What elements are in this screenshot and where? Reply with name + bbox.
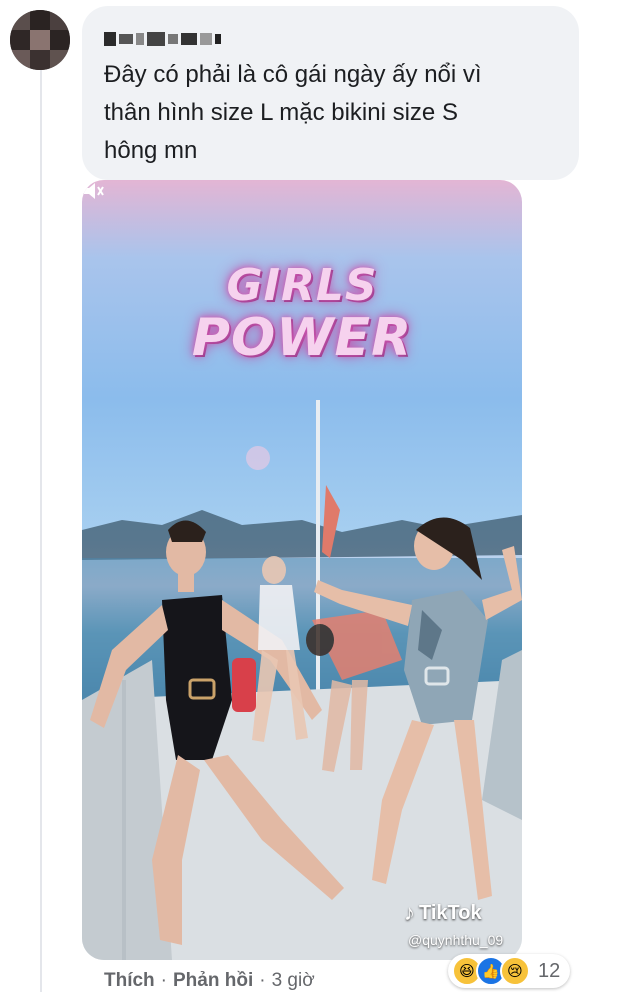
red-item: [232, 658, 256, 712]
reply-link[interactable]: Phản hồi: [173, 970, 253, 992]
video-overlay-title-line2: POWER: [191, 308, 413, 368]
mute-icon[interactable]: [82, 180, 104, 202]
tiktok-label: TikTok: [419, 901, 482, 924]
tiktok-video-attachment[interactable]: GIRLS POWER ♪ TikTok @quynhthu_09: [82, 180, 522, 960]
reactions-summary[interactable]: 😆 👍 😢 12: [448, 954, 571, 988]
comment-time[interactable]: 3 giờ: [272, 970, 315, 992]
comment-line-3: hông mn: [104, 137, 198, 164]
tiktok-watermark: ♪ TikTok: [404, 900, 482, 926]
light-flare: [246, 446, 270, 470]
comment-actions: Thích · Phản hồi · 3 giờ: [104, 970, 315, 992]
comment-bubble: Đây có phải là cô gái ngày ấy nổi vì thâ…: [82, 6, 579, 180]
comment-text: Đây có phải là cô gái ngày ấy nổi vì thâ…: [104, 56, 564, 170]
reaction-count: 12: [538, 959, 561, 982]
separator-dot: ·: [160, 970, 167, 991]
comment-thread: Đây có phải là cô gái ngày ấy nổi vì thâ…: [0, 0, 620, 992]
sad-icon: 😢: [500, 956, 530, 986]
separator-dot: ·: [259, 970, 266, 991]
like-link[interactable]: Thích: [104, 970, 155, 992]
tiktok-note-icon: ♪: [404, 900, 415, 925]
avatar[interactable]: [10, 10, 70, 70]
video-overlay-title-line1: GIRLS: [226, 260, 378, 311]
author-name-blurred[interactable]: [104, 28, 221, 50]
comment-line-1: Đây có phải là cô gái ngày ấy nổi vì: [104, 61, 482, 88]
tiktok-username: @quynhthu_09: [408, 932, 504, 948]
thread-line: [40, 70, 42, 992]
comment-line-2: thân hình size L mặc bikini size S: [104, 99, 458, 126]
